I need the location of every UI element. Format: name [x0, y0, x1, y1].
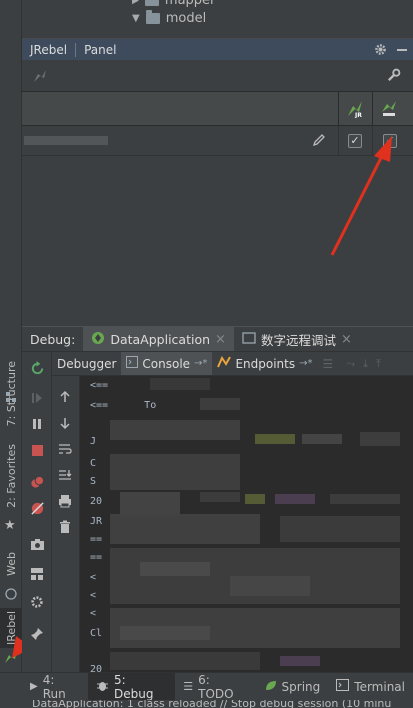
play-icon: ▶: [30, 681, 38, 692]
soft-wrap-icon[interactable]: [58, 442, 72, 459]
step-out-icon[interactable]: ⤒: [376, 357, 381, 371]
tree-item-model[interactable]: ▼ model: [132, 10, 206, 26]
rerun-icon[interactable]: [29, 360, 45, 376]
gear-icon[interactable]: [369, 43, 391, 56]
tab-debug[interactable]: 5: Debug: [88, 672, 176, 701]
folder-icon: [144, 0, 159, 6]
redacted-block: [200, 492, 240, 502]
bug-icon: [96, 679, 109, 695]
expand-arrow-icon: ▶: [132, 0, 139, 6]
redacted-block: [110, 454, 240, 490]
debug-header: Debug: DataApplication × 数字远程调试 ×: [22, 326, 413, 352]
mute-breakpoints-icon[interactable]: [29, 500, 45, 516]
redacted-block: [280, 656, 320, 666]
jrebel-panel-header: JRebel Panel: [22, 38, 413, 61]
pin-icon[interactable]: [29, 626, 45, 642]
spring-boot-icon: [91, 331, 105, 348]
bottom-toolbar: ▶ 4: Run 5: Debug ☰ 6: TODO Spring Termi…: [0, 672, 413, 701]
tab-terminal[interactable]: Terminal: [328, 673, 413, 701]
settings-icon[interactable]: [29, 594, 45, 610]
tab-debugger[interactable]: Debugger: [52, 352, 121, 375]
down-arrow-icon[interactable]: [58, 416, 72, 433]
redacted-block: [200, 398, 240, 410]
tab-endpoints[interactable]: Endpoints →*: [212, 352, 317, 375]
terminal-icon: [336, 679, 350, 694]
redacted-block: [110, 652, 260, 670]
wrench-icon[interactable]: [386, 68, 401, 86]
jrebel-toolbar: [22, 60, 413, 92]
close-icon[interactable]: ×: [215, 332, 226, 347]
debug-left-toolbar: [22, 352, 52, 672]
up-arrow-icon[interactable]: [58, 390, 72, 407]
layout-icon[interactable]: [29, 566, 45, 582]
restore-arrow-icon[interactable]: →*: [299, 358, 312, 369]
star-icon: ★: [4, 518, 16, 533]
redacted-block: [140, 562, 210, 576]
structure-icon: [5, 391, 17, 406]
status-message: DataApplication: 1 class reloaded // Sto…: [32, 700, 392, 708]
tab-jrebel[interactable]: JRebel: [22, 38, 76, 61]
redacted-block: [302, 434, 342, 444]
redacted-block: [120, 626, 210, 640]
tab-dataapplication[interactable]: DataApplication ×: [83, 327, 234, 351]
console-output[interactable]: <== <== To J C S 20 JR == == < < < Cl 20: [80, 376, 413, 672]
annotation-arrow-icon: [330, 136, 392, 256]
tab-spring[interactable]: Spring: [256, 673, 329, 701]
project-tree: ▶ mapper ▼ model: [22, 0, 413, 38]
sidebar-tab-favorites[interactable]: 2: Favorites: [0, 440, 22, 512]
tab-panel[interactable]: Panel: [76, 39, 124, 61]
trash-icon[interactable]: [58, 520, 72, 537]
pause-icon[interactable]: [29, 416, 45, 432]
tree-item-mapper[interactable]: ▶ mapper: [132, 0, 215, 8]
redacted-block: [230, 576, 310, 596]
redacted-block: [150, 378, 210, 390]
debug-label: Debug:: [30, 331, 76, 347]
tab-todo[interactable]: ☰ 6: TODO: [175, 673, 255, 701]
debug-subtabs: Debugger Console →* Endpoints →* ☰ ⤳ ⤓ ⤒: [52, 352, 413, 376]
redacted-block: [360, 432, 400, 446]
console-toolbar: [52, 376, 80, 672]
tab-remote-debug[interactable]: 数字远程调试 ×: [234, 327, 360, 351]
minimize-icon[interactable]: [391, 44, 413, 56]
status-bar: DataApplication: 1 class reloaded // Sto…: [0, 700, 413, 708]
restore-arrow-icon[interactable]: →*: [194, 358, 207, 369]
svg-text:JR: JR: [354, 112, 362, 118]
redacted-block: [110, 420, 240, 440]
step-over-icon[interactable]: ⤳: [346, 357, 355, 371]
step-into-icon[interactable]: ⤓: [363, 357, 368, 371]
close-icon[interactable]: ×: [341, 332, 352, 347]
redacted-block: [245, 494, 265, 504]
redacted-block: [120, 492, 180, 516]
redacted-block: [110, 514, 260, 544]
console-icon: [126, 356, 139, 371]
jrebel-agent-column-icon[interactable]: JR: [346, 100, 364, 121]
remote-debug-icon: [242, 331, 256, 347]
spring-leaf-icon: [264, 679, 277, 695]
jrebel-table-header: JR: [22, 92, 413, 126]
endpoints-icon: [217, 355, 232, 371]
resume-icon[interactable]: [29, 390, 45, 406]
tab-console[interactable]: Console →*: [121, 352, 213, 375]
redacted-block: [280, 516, 400, 542]
threads-icon[interactable]: ☰: [318, 352, 339, 375]
column-separator: [372, 92, 373, 125]
camera-icon[interactable]: [29, 536, 45, 552]
redacted-block: [330, 494, 400, 504]
view-breakpoints-icon[interactable]: [29, 474, 45, 490]
redacted-module-name: [24, 136, 108, 145]
print-icon[interactable]: [58, 494, 72, 511]
redacted-block: [275, 494, 315, 504]
column-separator: [338, 92, 339, 125]
stop-icon[interactable]: [29, 442, 45, 458]
list-icon: ☰: [183, 680, 194, 693]
jrebel-logo-icon[interactable]: [32, 68, 48, 87]
folder-icon: [145, 10, 160, 24]
redacted-block: [255, 434, 295, 444]
remote-server-column-icon[interactable]: [380, 100, 398, 121]
scroll-to-end-icon[interactable]: [58, 468, 72, 485]
tab-run[interactable]: ▶ 4: Run: [0, 673, 88, 701]
collapse-arrow-icon: ▼: [132, 13, 140, 24]
